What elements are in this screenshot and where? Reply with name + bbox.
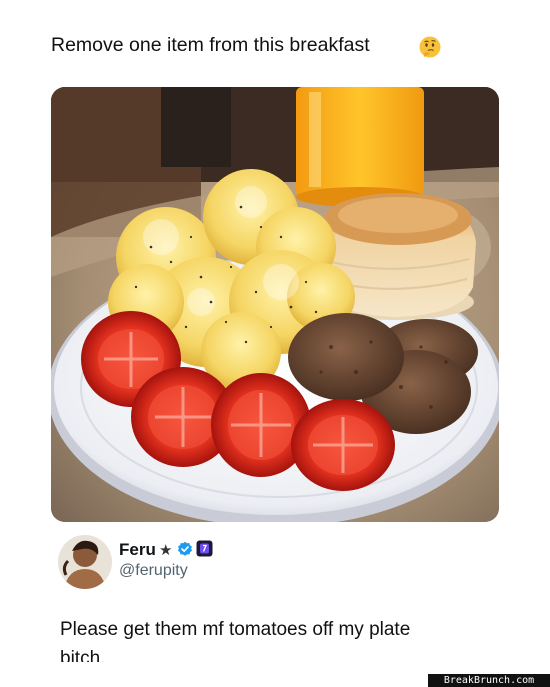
- reply-text: Please get them mf tomatoes off my plate…: [60, 619, 411, 662]
- post-caption: Remove one item from this breakfast: [51, 34, 370, 56]
- breakfast-photo[interactable]: [51, 87, 499, 522]
- thinking-face-icon: [419, 36, 441, 58]
- star-icon: ★: [159, 542, 173, 559]
- verified-badge-icon: [178, 541, 192, 556]
- display-name[interactable]: Feru: [119, 540, 156, 560]
- reply-body: Please get them mf tomatoes off my plate…: [0, 606, 550, 662]
- affiliate-badge-icon: [196, 540, 213, 557]
- site-watermark: BreakBrunch.com: [428, 674, 550, 687]
- user-handle[interactable]: @ferupity: [119, 562, 188, 580]
- avatar[interactable]: [58, 535, 112, 589]
